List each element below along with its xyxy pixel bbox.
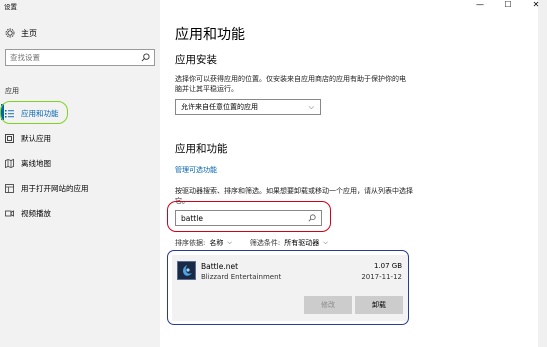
sidebar-item-label: 视频播放 xyxy=(21,208,51,218)
sidebar-item-offline-maps[interactable]: 离线地图 xyxy=(5,156,51,170)
highlight-annotation-red xyxy=(167,201,331,232)
filter-label: 筛选条件: xyxy=(249,239,281,247)
sidebar-item-default-apps[interactable]: 默认应用 xyxy=(5,131,51,145)
titlebar: 设置 xyxy=(0,0,160,12)
close-button[interactable]: ✕ xyxy=(531,0,541,9)
sidebar: 设置 主页 应用 xyxy=(0,0,160,347)
sidebar-item-apps-features[interactable]: 应用和功能 xyxy=(5,106,59,120)
chevron-down-icon[interactable]: ⌵ xyxy=(323,239,328,247)
section-label-apps: 应用 xyxy=(5,87,19,95)
maximize-button[interactable]: ☐ xyxy=(503,0,513,9)
sidebar-item-web-apps[interactable]: 用于打开网站的应用 xyxy=(5,181,89,195)
default-apps-icon xyxy=(5,133,14,143)
sidebar-item-label: 默认应用 xyxy=(21,133,51,143)
manage-optional-features-link[interactable]: 管理可选功能 xyxy=(175,165,217,175)
sort-dropdown[interactable]: 名称 xyxy=(209,238,223,248)
install-source-dropdown[interactable]: 允许来自任意位置的应用 ⌵ xyxy=(175,99,321,115)
sidebar-item-label: 用于打开网站的应用 xyxy=(21,183,89,193)
settings-search-input[interactable] xyxy=(6,50,136,65)
apps-list-icon xyxy=(5,109,14,118)
home-label: 主页 xyxy=(21,28,37,38)
sidebar-item-video-playback[interactable]: 视频播放 xyxy=(5,206,51,220)
page-title: 应用和功能 xyxy=(175,27,245,43)
open-web-apps-icon xyxy=(5,183,14,193)
settings-search-field[interactable] xyxy=(5,49,155,66)
chevron-down-icon: ⌵ xyxy=(308,102,314,111)
install-heading: 应用安装 xyxy=(175,54,217,66)
apps-heading: 应用和功能 xyxy=(175,143,228,155)
map-icon xyxy=(5,158,14,168)
install-description: 选择你可以获得应用的位置。仅安装来自应用商店的应用有助于保护你的电脑并让其平稳运… xyxy=(175,75,406,93)
dropdown-value: 允许来自任意位置的应用 xyxy=(181,103,258,111)
highlight-annotation-blue xyxy=(167,250,409,325)
sidebar-item-label: 应用和功能 xyxy=(21,108,59,118)
window-title: 设置 xyxy=(4,3,17,11)
chevron-down-icon[interactable]: ⌵ xyxy=(227,239,232,247)
sort-filter-bar: 排序依据: 名称 ⌵ 筛选条件: 所有驱动器 ⌵ xyxy=(175,238,342,248)
sort-label: 排序依据: xyxy=(175,239,206,247)
video-icon xyxy=(5,209,14,218)
minimize-button[interactable]: — xyxy=(475,0,485,9)
scrollbar-track[interactable] xyxy=(538,0,547,347)
filter-dropdown[interactable]: 所有驱动器 xyxy=(284,238,319,248)
window-controls: — ☐ ✕ xyxy=(475,0,541,9)
sidebar-item-home[interactable]: 主页 xyxy=(5,26,37,40)
gear-icon xyxy=(5,28,15,38)
sidebar-item-label: 离线地图 xyxy=(21,158,51,168)
search-icon[interactable] xyxy=(141,53,150,62)
